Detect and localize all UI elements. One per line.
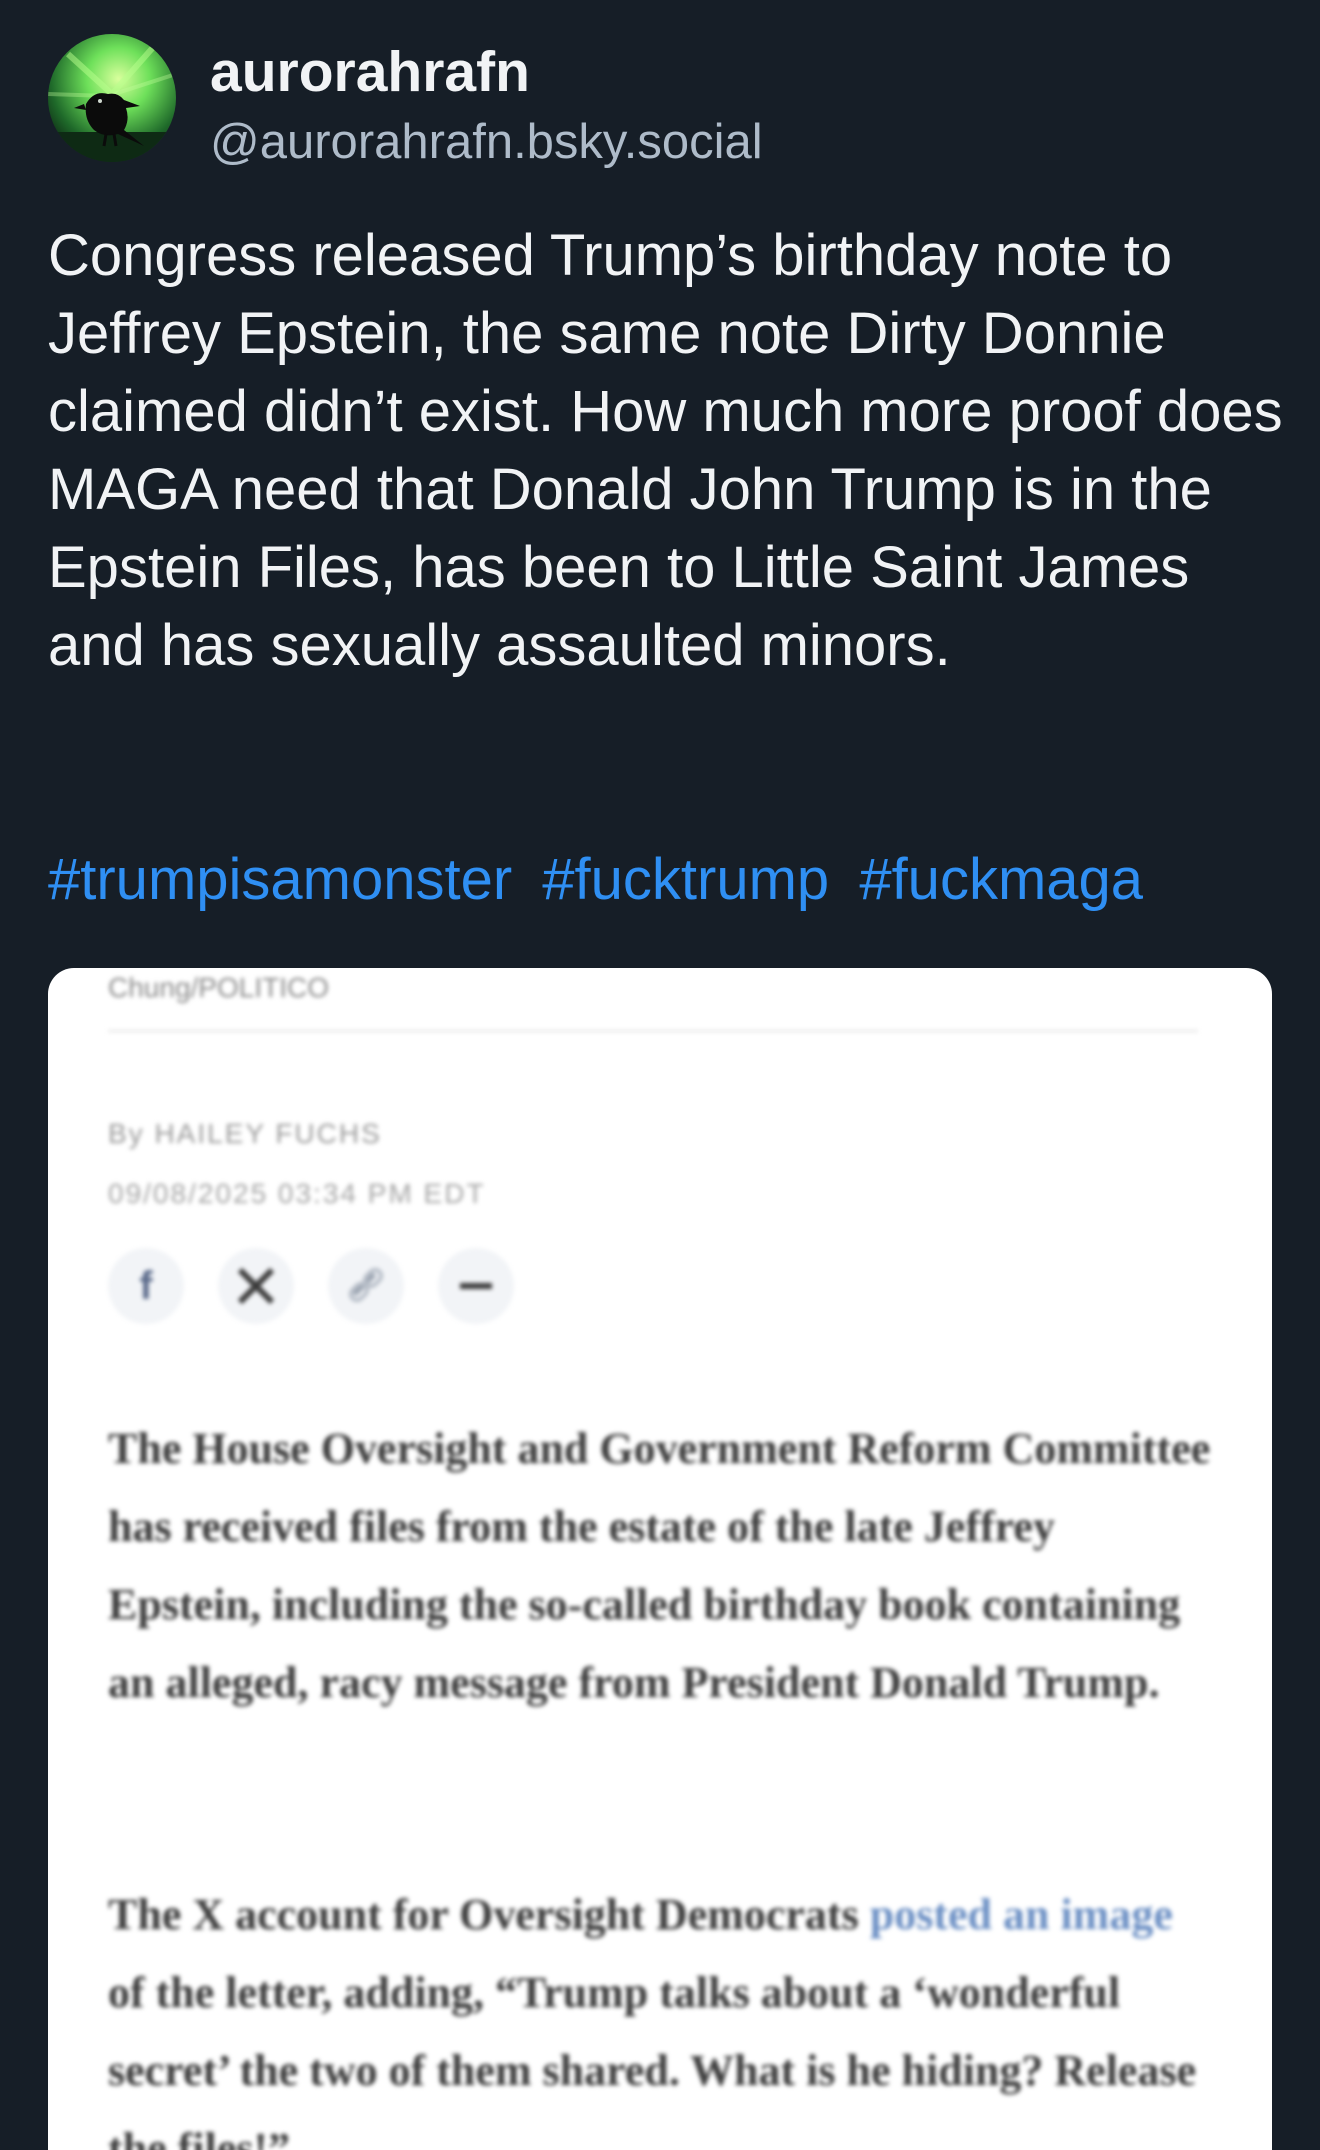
facebook-icon: f bbox=[108, 1248, 184, 1324]
hashtag-link[interactable]: #fuckmaga bbox=[859, 847, 1143, 912]
article-paragraph: The X account for Oversight Democrats po… bbox=[108, 1876, 1218, 2150]
paragraph-text: The X account for Oversight Democrats bbox=[108, 1890, 870, 1939]
photo-credit: Chung/POLITICO bbox=[108, 972, 329, 1003]
author-display-name[interactable]: aurorahrafn bbox=[210, 36, 530, 108]
post-text: Congress released Trump’s birthday note … bbox=[48, 223, 1283, 678]
avatar[interactable] bbox=[48, 34, 176, 162]
article-link: posted an image bbox=[869, 1890, 1173, 1939]
link-icon bbox=[328, 1248, 404, 1324]
post[interactable]: aurorahrafn @aurorahrafn.bsky.social Con… bbox=[0, 0, 1320, 2150]
paragraph-text: of the letter, adding, “Trump talks abou… bbox=[108, 1968, 1197, 2150]
embedded-image[interactable]: Chung/POLITICO By HAILEY FUCHS 09/08/202… bbox=[48, 968, 1272, 2150]
raven-aurora-avatar-icon bbox=[48, 34, 176, 162]
more-icon bbox=[438, 1248, 514, 1324]
author-handle[interactable]: @aurorahrafn.bsky.social bbox=[210, 108, 763, 176]
hashtag-link[interactable]: #trumpisamonster bbox=[48, 847, 512, 912]
hashtags: #trumpisamonster #fucktrump #fuckmaga bbox=[48, 840, 1298, 920]
article-dateline: 09/08/2025 03:34 PM EDT bbox=[108, 1178, 486, 1209]
article-paragraph: The House Oversight and Government Refor… bbox=[108, 1424, 1211, 1707]
hashtag-link[interactable]: #fucktrump bbox=[542, 847, 829, 912]
article-screenshot: Chung/POLITICO By HAILEY FUCHS 09/08/202… bbox=[48, 968, 1272, 2150]
divider bbox=[108, 1030, 1198, 1032]
x-icon bbox=[218, 1248, 294, 1324]
article-byline: By HAILEY FUCHS bbox=[108, 1118, 382, 1149]
